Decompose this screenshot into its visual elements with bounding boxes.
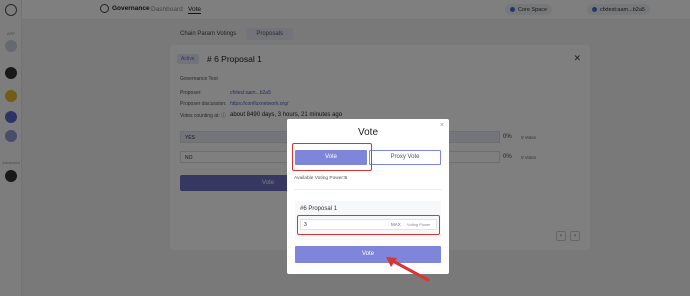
highlight-box-amount xyxy=(297,215,440,235)
pointer-arrow-icon xyxy=(386,257,430,282)
highlight-box-vote-tab xyxy=(292,143,372,171)
vote-modal: Vote × Vote Proxy Vote Available Voting … xyxy=(287,119,449,274)
modal-title: Vote xyxy=(357,127,379,138)
tab-proxy-vote[interactable]: Proxy Vote xyxy=(369,150,441,165)
close-icon[interactable]: × xyxy=(440,122,444,129)
available-label: Available Voting Power: xyxy=(294,176,345,181)
modal-proposal-name: #6 Proposal 1 xyxy=(300,206,338,212)
divider xyxy=(294,189,442,190)
available-value: 5 xyxy=(344,176,347,181)
available-voting-power: Available Voting Power:5 xyxy=(294,176,347,181)
